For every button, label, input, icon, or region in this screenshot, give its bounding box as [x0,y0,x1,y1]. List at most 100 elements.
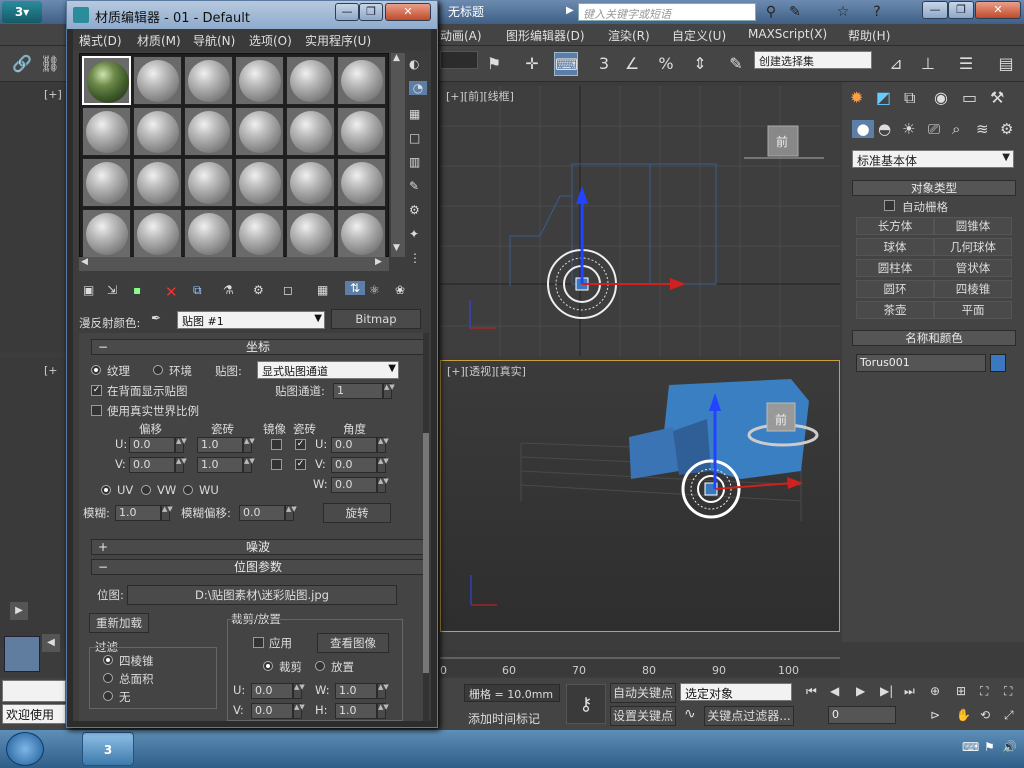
slots-hscroll[interactable]: ◀ ▶ [79,257,389,271]
sample-slot-14[interactable] [133,158,182,207]
v-angle-spinner[interactable]: ▲▼ [377,457,389,473]
status-text-field[interactable] [2,680,66,702]
crop-v-input[interactable]: 0.0 [251,703,293,719]
back-arrow-icon[interactable]: ◀ [42,634,60,652]
sample-slot-19[interactable] [82,209,131,258]
sample-slot-7[interactable] [82,107,131,156]
frame-input[interactable]: 0 [828,706,896,724]
me-menu-material[interactable]: 材质(M) [137,32,181,49]
sample-slot-6[interactable] [337,56,386,105]
u-mirror-checkbox[interactable] [271,439,282,450]
v-offset-input[interactable]: 0.0 [129,457,175,473]
sample-slot-17[interactable] [286,158,335,207]
place-radio[interactable] [315,661,325,671]
reset-map-icon[interactable]: ✕ [165,283,178,301]
play-icon[interactable]: ▶ [10,602,28,620]
w-angle-spinner[interactable]: ▲▼ [377,477,389,493]
category-dropdown[interactable]: 标准基本体 ▼ [852,150,1014,168]
material-map-navigator-icon[interactable]: ⋮ [409,251,421,265]
none-radio[interactable] [103,691,113,701]
u-tile-checkbox[interactable]: ✓ [295,439,306,450]
sample-slot-4[interactable] [235,56,284,105]
blur-spinner[interactable]: ▲▼ [161,505,173,521]
keyboard-tray-icon[interactable]: ⌨ [962,740,979,754]
pyramid-button[interactable]: 四棱锥 [934,280,1012,298]
torus-button[interactable]: 圆环 [856,280,934,298]
map-channel-input[interactable]: 1 [333,383,383,399]
viewport-left[interactable]: [+ ▶ [0,358,66,648]
fov-icon[interactable]: ⊳ [930,708,940,722]
motion-tab-icon[interactable]: ◉ [934,88,948,107]
geosphere-button[interactable]: 几何球体 [934,238,1012,256]
modify-tab-icon[interactable]: ◩ [876,88,891,107]
object-name-input[interactable]: Torus001 [856,354,986,372]
rollouts-scrollbar[interactable] [423,333,429,721]
u-angle-input[interactable]: 0.0 [331,437,377,453]
crop-radio[interactable] [263,661,273,671]
crop-h-input[interactable]: 1.0 [335,703,377,719]
assign-to-selection-icon[interactable]: ▪ [133,283,141,297]
put-to-library-icon[interactable]: ⚗ [223,283,234,297]
unlink-icon[interactable]: ⛓ [38,52,62,76]
align-icon[interactable]: ⊥ [916,52,940,76]
geometry-icon[interactable]: ● [852,120,874,138]
sample-slot-5[interactable] [286,56,335,105]
make-unique-icon[interactable]: ⧉ [193,283,202,298]
taskbar-3dsmax-icon[interactable]: 3 [82,732,134,766]
sample-slot-22[interactable] [235,209,284,258]
bitmap-path-button[interactable]: D:\贴图素材\迷彩贴图.jpg [127,585,397,605]
add-time-tag[interactable]: 添加时间标记 [468,710,540,727]
blur-offset-spinner[interactable]: ▲▼ [285,505,297,521]
sample-slot-11[interactable] [286,107,335,156]
keyboard-shortcut-icon[interactable]: ⌨ [554,52,578,76]
coords-section-header[interactable]: − 坐标 [91,339,425,355]
uv-radio[interactable] [101,485,111,495]
slots-vscroll[interactable]: ▲ ▼ [391,53,405,257]
sample-slot-10[interactable] [235,107,284,156]
zoom-extents-all-icon[interactable]: ⛶ [1004,684,1012,699]
sample-slot-21[interactable] [184,209,233,258]
u-tiling-input[interactable]: 1.0 [197,437,243,453]
edit-named-sets-icon[interactable]: ✎ [724,52,748,76]
layer-manager-icon[interactable]: ☰ [954,52,978,76]
volume-tray-icon[interactable]: 🔊 [1002,740,1017,754]
select-manipulate-icon[interactable]: ✛ [520,52,544,76]
me-menu-modes[interactable]: 模式(D) [79,32,122,49]
star-icon[interactable]: ☆ [834,3,852,21]
app-logo-icon[interactable]: 3▾ [2,1,42,23]
box-button[interactable]: 长方体 [856,217,934,235]
link-icon[interactable]: 🔗 [10,52,34,76]
me-menu-options[interactable]: 选项(O) [249,32,292,49]
me-menu-navigation[interactable]: 导航(N) [193,32,235,49]
hierarchy-tab-icon[interactable]: ⧉ [904,88,915,108]
menu-customize[interactable]: 自定义(U) [672,27,726,44]
object-type-header[interactable]: 对象类型 [852,180,1016,196]
search-expand-icon[interactable]: ▶ [566,5,574,16]
sample-slot-24[interactable] [337,209,386,258]
key-icon[interactable]: ⚷ [566,684,606,724]
angle-snap-icon[interactable]: ∠ [620,52,644,76]
maximize-button[interactable]: ❐ [948,1,974,19]
real-world-checkbox[interactable] [91,405,102,416]
viewport-perspective[interactable]: [+][透视][真实] 前 [440,360,840,632]
sample-slot-3[interactable] [184,56,233,105]
maximize-viewport-icon[interactable]: ⤢ [1004,708,1014,723]
teapot-button[interactable]: 茶壶 [856,301,934,319]
name-color-header[interactable]: 名称和颜色 [852,330,1016,346]
sample-slot-20[interactable] [133,209,182,258]
object-color-swatch[interactable] [990,354,1006,372]
percent-snap-icon[interactable]: % [654,52,678,76]
v-tiling-spinner[interactable]: ▲▼ [243,457,255,473]
sample-slot-13[interactable] [82,158,131,207]
crop-w-spinner[interactable]: ▲▼ [377,683,389,699]
spinner-snap-icon[interactable]: ⇕ [688,52,712,76]
go-to-parent-icon[interactable]: ⇅ [345,281,365,295]
crop-v-spinner[interactable]: ▲▼ [293,703,305,719]
pyramidal-radio[interactable] [103,655,113,665]
helpers-icon[interactable]: ⌕ [952,120,960,138]
menu-animation[interactable]: 动画(A) [440,27,482,44]
noise-section-header[interactable]: + 噪波 [91,539,425,555]
play-button-icon[interactable]: ▶ [856,684,865,698]
select-by-material-icon[interactable]: ✦ [409,227,419,241]
scroll-down-icon[interactable]: ▼ [393,243,400,253]
